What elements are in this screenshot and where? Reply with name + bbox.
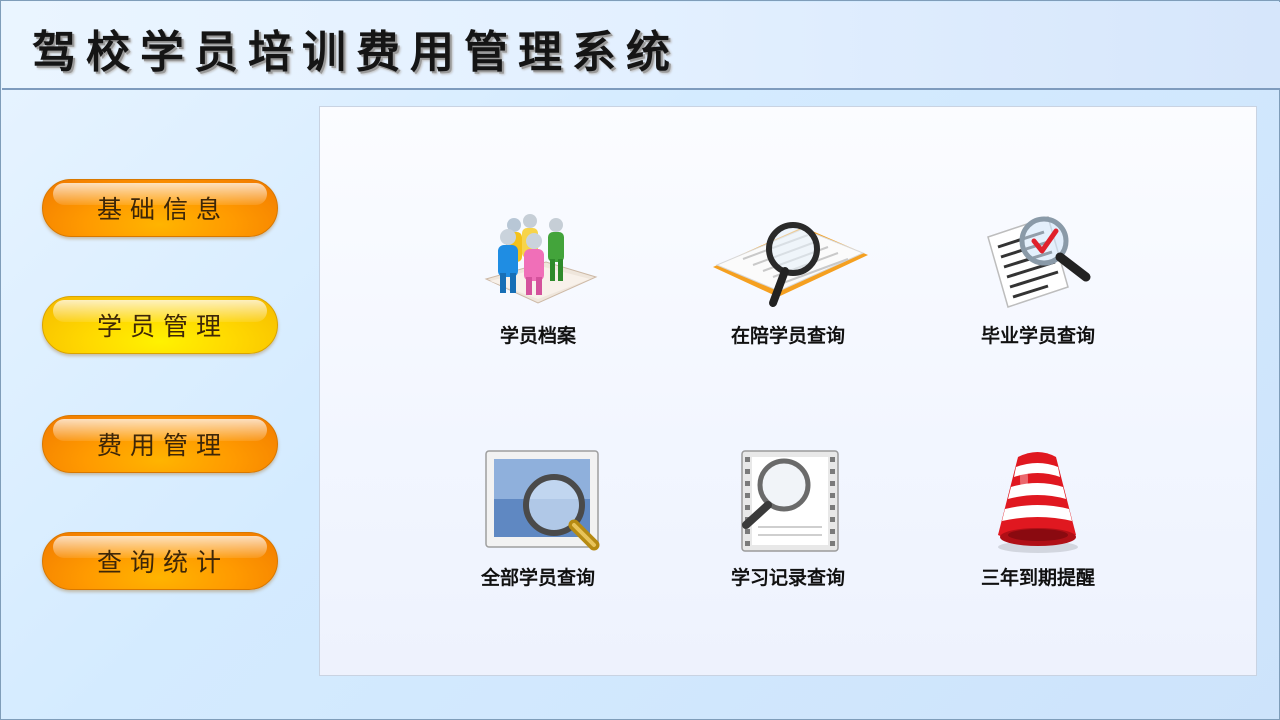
tile-graduated-student-query[interactable]: 毕业学员查询: [938, 207, 1138, 367]
tile-label: 学习记录查询: [730, 567, 845, 589]
header-bar: 驾校学员培训费用管理系统: [2, 2, 1280, 90]
tile-label: 学员档案: [499, 325, 576, 347]
people-icon: [484, 214, 598, 304]
nav-button-label: 基础信息: [96, 195, 229, 224]
nav-button-label: 费用管理: [96, 431, 229, 460]
nav-button-label: 查询统计: [96, 548, 229, 577]
tile-label: 全部学员查询: [480, 567, 595, 589]
nav-button-query-statistics[interactable]: 查询统计: [42, 532, 278, 590]
tile-label: 毕业学员查询: [980, 325, 1095, 347]
main-panel: 学员档案 在陪学员查询 毕业学员查询 全部学员查询 学习记录查询 三年到期提醒: [319, 106, 1257, 676]
alarm-bell-icon: [998, 452, 1078, 553]
nav-button-fee-management[interactable]: 费用管理: [42, 415, 278, 473]
tile-student-records[interactable]: 学员档案: [438, 207, 638, 367]
tile-current-student-query[interactable]: 在陪学员查询: [688, 207, 888, 367]
sidebar: 基础信息 学员管理 费用管理 查询统计: [1, 90, 311, 720]
app-title: 驾校学员培训费用管理系统: [32, 27, 680, 78]
nav-button-label: 学员管理: [96, 312, 229, 341]
nav-button-student-management[interactable]: 学员管理: [42, 296, 278, 354]
tile-three-year-expiry-reminder[interactable]: 三年到期提醒: [938, 449, 1138, 609]
film-magnifier-icon: [741, 450, 839, 552]
nav-button-basic-info[interactable]: 基础信息: [42, 179, 278, 237]
book-magnifier-icon: [713, 222, 868, 307]
tile-all-student-query[interactable]: 全部学员查询: [438, 449, 638, 609]
screen-magnifier-icon: [485, 450, 600, 551]
app-window: 驾校学员培训费用管理系统 基础信息 学员管理 费用管理 查询统计 学员档案 在陪…: [0, 0, 1280, 720]
tile-label: 三年到期提醒: [980, 567, 1095, 589]
tile-label: 在陪学员查询: [730, 325, 845, 347]
document-check-magnifier-icon: [987, 216, 1091, 308]
tile-study-record-query[interactable]: 学习记录查询: [688, 449, 888, 609]
